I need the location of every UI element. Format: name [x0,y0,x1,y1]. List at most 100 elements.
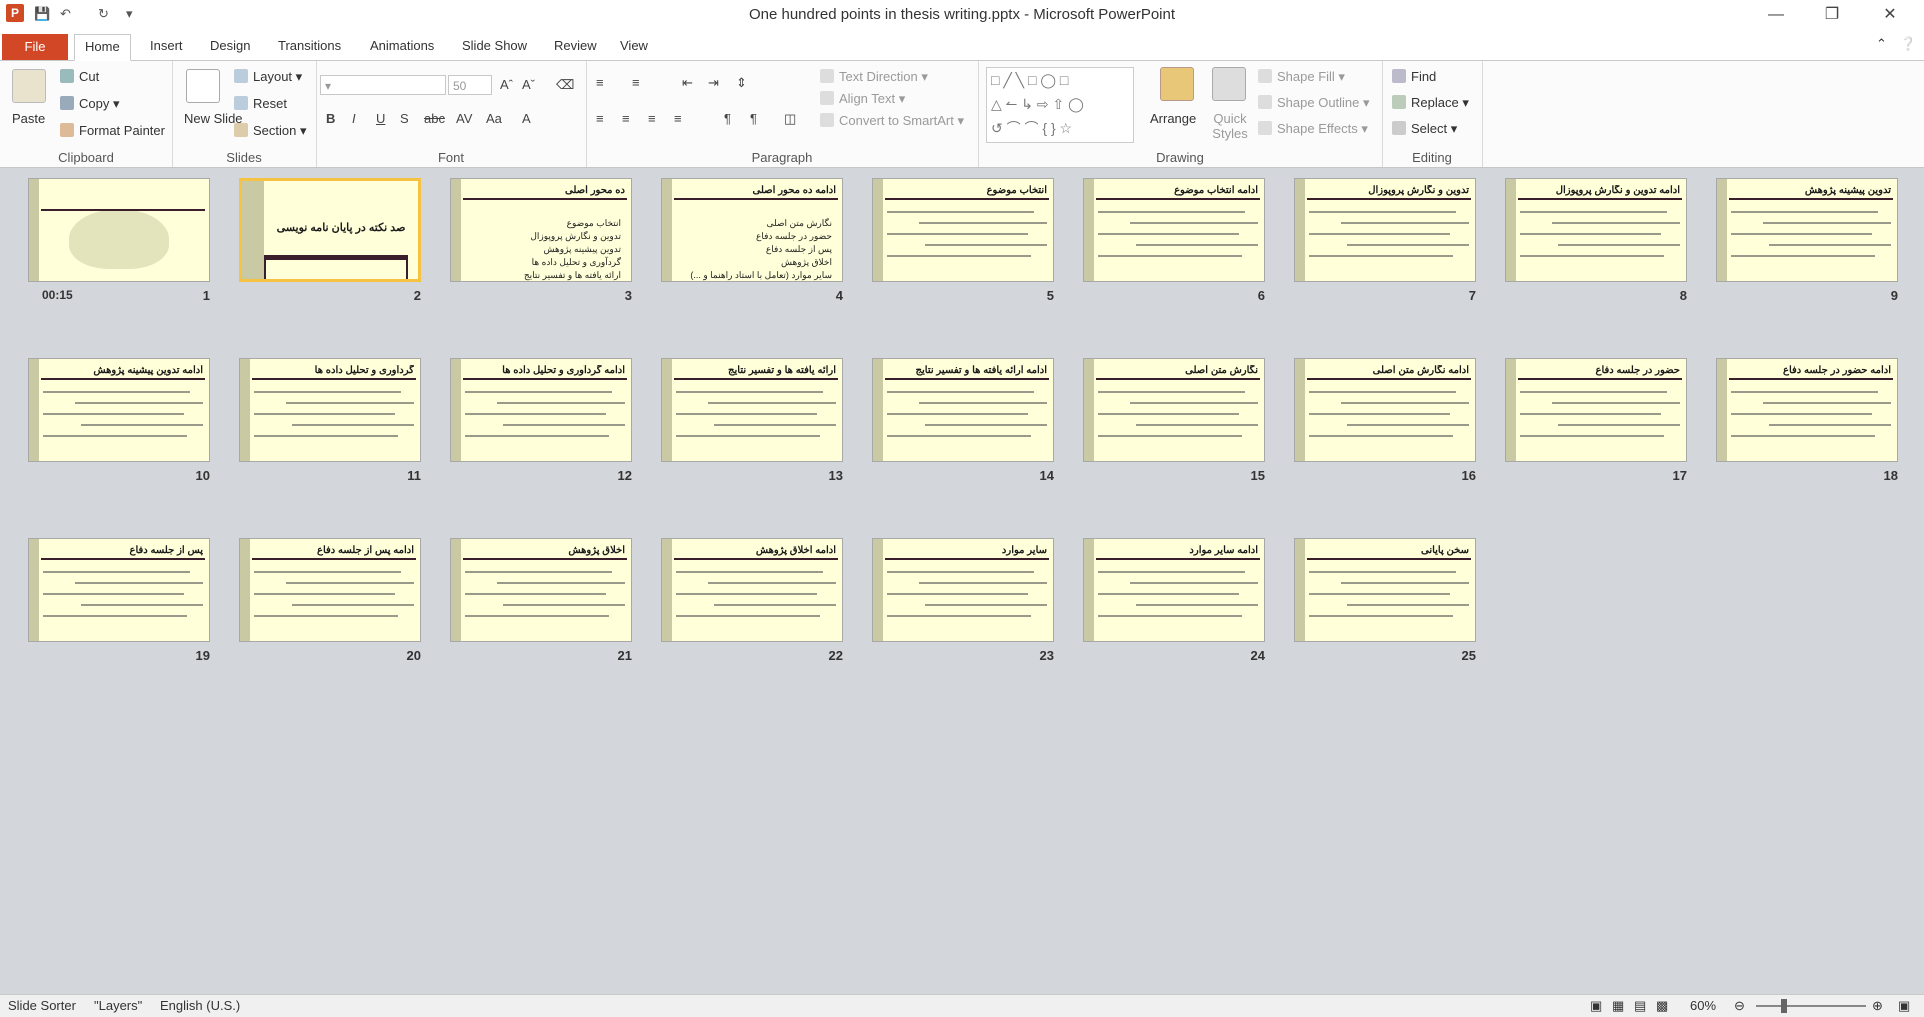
minimize-icon[interactable]: — [1756,4,1796,26]
slide-thumbnail[interactable]: حضور در جلسه دفاع [1505,358,1687,462]
shape-outline-button[interactable]: Shape Outline ▾ [1258,95,1370,111]
slide-thumbnail[interactable]: ادامه پس از جلسه دفاع [239,538,421,642]
cut-button[interactable]: Cut [60,69,99,84]
slide-thumbnail[interactable]: ادامه ارائه یافته ها و تفسیر نتایج [872,358,1054,462]
fit-to-window-icon[interactable]: ▣ [1898,998,1910,1014]
slide-thumbnail[interactable]: صد نکته در پایان نامه نویسی [239,178,421,282]
align-text-button[interactable]: Align Text ▾ [820,91,905,107]
increase-indent-icon[interactable]: ⇥ [708,75,719,91]
paste-button[interactable]: Paste [12,111,45,126]
quick-styles-button[interactable]: Quick Styles [1208,111,1252,141]
reading-view-icon[interactable]: ▤ [1634,998,1646,1014]
shape-effects-button[interactable]: Shape Effects ▾ [1258,121,1368,137]
numbering-icon[interactable]: ≡ [632,75,640,90]
shapes-gallery[interactable]: □ ╱ ╲ □ ◯ □ △ ↼ ↳ ⇨ ⇧ ◯ ↺ ⌒ ⌒ { } ☆ [986,67,1134,143]
slide-thumbnail[interactable]: سخن پایانی [1294,538,1476,642]
help-icon[interactable]: ❔ [1900,36,1916,52]
slide-thumbnail[interactable]: ادامه تدوین و نگارش پروپوزال [1505,178,1687,282]
text-direction-icon [820,69,834,83]
clear-formatting-icon[interactable]: ⌫ [556,77,574,93]
tab-home[interactable]: Home [74,34,131,61]
restore-icon[interactable]: ❐ [1812,4,1852,26]
slide-thumbnail[interactable]: ادامه انتخاب موضوع [1083,178,1265,282]
font-size-combo[interactable]: 50 [448,75,492,95]
ltr-icon[interactable]: ¶ [750,111,757,126]
slide-thumbnail[interactable]: ادامه ده محور اصلی نگارش متن اصلی حضور در … [661,178,843,282]
zoom-slider[interactable] [1756,1005,1866,1007]
slide-thumbnail[interactable]: تدوین پیشینه پژوهش [1716,178,1898,282]
new-slide-button[interactable]: New Slide [184,111,243,126]
align-left-icon[interactable]: ≡ [596,111,604,126]
character-spacing-icon[interactable]: AV [456,111,472,126]
slide-thumbnail[interactable]: پس از جلسه دفاع [28,538,210,642]
align-center-icon[interactable]: ≡ [622,111,630,126]
tab-view[interactable]: View [620,38,648,53]
slide-thumbnail[interactable]: ارائه یافته ها و تفسیر نتایج [661,358,843,462]
line-spacing-icon[interactable]: ⇕ [736,75,747,91]
slide-show-view-icon[interactable]: ▩ [1656,998,1668,1014]
minimize-ribbon-icon[interactable]: ⌃ [1876,36,1887,52]
slide-thumbnail[interactable]: اخلاق پژوهش [450,538,632,642]
tab-animations[interactable]: Animations [370,38,434,53]
grow-font-icon[interactable]: Aˆ [500,77,513,92]
decrease-indent-icon[interactable]: ⇤ [682,75,693,91]
slide-thumbnail[interactable]: سایر موارد [872,538,1054,642]
shrink-font-icon[interactable]: Aˇ [522,77,535,92]
slide-thumbnail[interactable]: ادامه نگارش متن اصلی [1294,358,1476,462]
slide-thumbnail[interactable]: ده محور اصلی انتخاب موضوع تدوین و نگارش پر… [450,178,632,282]
replace-button[interactable]: Replace ▾ [1392,95,1469,111]
zoom-out-icon[interactable]: ⊖ [1734,998,1745,1014]
zoom-slider-handle[interactable] [1781,999,1787,1013]
columns-icon[interactable]: ◫ [784,111,796,127]
shadow-icon[interactable]: S [400,111,409,126]
slide-sorter-view-icon[interactable]: ▦ [1612,998,1624,1014]
bullets-icon[interactable]: ≡ [596,75,604,90]
text-direction-button[interactable]: Text Direction ▾ [820,69,928,85]
theme-name[interactable]: "Layers" [94,998,142,1013]
layout-button[interactable]: Layout ▾ [234,69,302,85]
rtl-icon[interactable]: ¶ [724,111,731,126]
zoom-level[interactable]: 60% [1690,998,1716,1013]
format-painter-button[interactable]: Format Painter [60,123,165,138]
slide-thumbnail[interactable]: ادامه حضور در جلسه دفاع [1716,358,1898,462]
slide-thumbnail[interactable]: انتخاب موضوع [872,178,1054,282]
tab-slide-show[interactable]: Slide Show [462,38,527,53]
copy-button[interactable]: Copy ▾ [60,96,120,112]
slide-thumbnail[interactable]: ادامه گردآوری و تحلیل داده ها [450,358,632,462]
align-right-icon[interactable]: ≡ [648,111,656,126]
font-name-combo[interactable]: ▾ [320,75,446,95]
slide-thumbnail[interactable]: ادامه سایر موارد [1083,538,1265,642]
convert-smartart-button[interactable]: Convert to SmartArt ▾ [820,113,964,129]
select-button[interactable]: Select ▾ [1392,121,1457,137]
language[interactable]: English (U.S.) [160,998,240,1013]
tab-review[interactable]: Review [554,38,597,53]
slide-thumbnail[interactable]: نگارش متن اصلی [1083,358,1265,462]
slide-thumbnail[interactable]: ادامه اخلاق پژوهش [661,538,843,642]
slide-title-underline [1307,198,1471,200]
slide-thumbnail[interactable] [28,178,210,282]
tab-file[interactable]: File [2,34,68,60]
font-color-icon[interactable]: A [522,111,531,126]
tab-transitions[interactable]: Transitions [278,38,341,53]
italic-icon[interactable]: I [352,111,356,126]
tab-design[interactable]: Design [210,38,250,53]
slide-thumbnail[interactable]: گردآوری و تحلیل داده ها [239,358,421,462]
find-button[interactable]: Find [1392,69,1436,84]
slide-body-text [43,565,203,637]
change-case-icon[interactable]: Aa [486,111,502,126]
section-button[interactable]: Section ▾ [234,123,307,139]
slide-thumbnail[interactable]: ادامه تدوین پیشینه پژوهش [28,358,210,462]
reset-button[interactable]: Reset [234,96,287,111]
arrange-button[interactable]: Arrange [1150,111,1196,126]
normal-view-icon[interactable]: ▣ [1590,998,1602,1014]
underline-icon[interactable]: U [376,111,385,126]
shape-fill-button[interactable]: Shape Fill ▾ [1258,69,1345,85]
strikethrough-icon[interactable]: abc [424,111,445,126]
justify-icon[interactable]: ≡ [674,111,682,126]
close-icon[interactable]: ✕ [1870,4,1910,26]
slide-thumbnail[interactable]: تدوین و نگارش پروپوزال [1294,178,1476,282]
tab-insert[interactable]: Insert [150,38,183,53]
slide-number: 8 [1679,288,1687,303]
bold-icon[interactable]: B [326,111,335,126]
zoom-in-icon[interactable]: ⊕ [1872,998,1883,1014]
